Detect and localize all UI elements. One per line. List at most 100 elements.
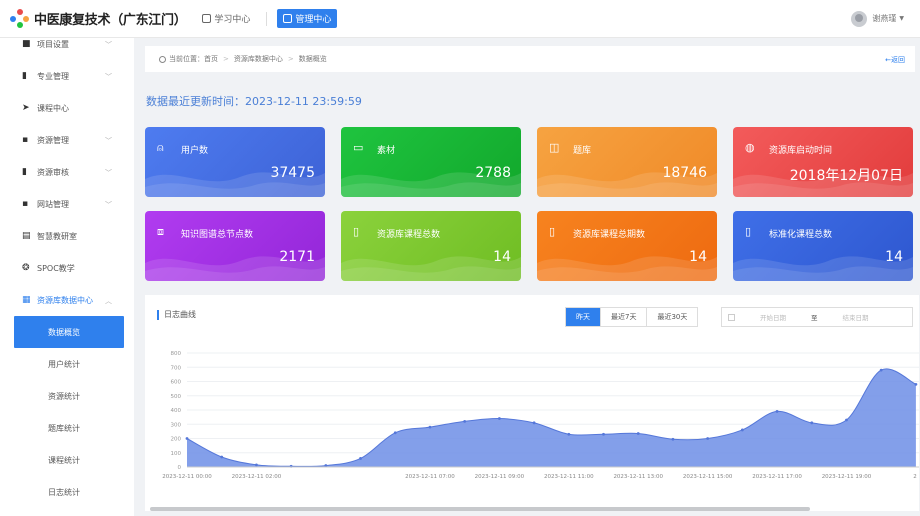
data-point [879, 368, 883, 372]
date-range-to: 至 [811, 314, 818, 322]
sidebar-subitem[interactable]: 题库统计 [0, 412, 134, 444]
sidebar-subitem[interactable]: 数据概览 [14, 316, 124, 348]
nav-learning-center-label: 学习中心 [214, 15, 251, 25]
data-point [914, 382, 918, 386]
data-point [393, 431, 397, 435]
sidebar-item[interactable]: ▮ 资源审核 ﹀ [0, 156, 134, 188]
x-tick-label: 2023-12-11 00:00 [162, 474, 212, 480]
y-tick-label: 500 [171, 394, 182, 400]
y-tick-label: 200 [171, 437, 182, 443]
scrollbar-thumb[interactable] [150, 507, 810, 511]
sidebar-item[interactable]: ❂ SPOC教学 [0, 252, 134, 284]
stat-title: 知识图谱总节点数 [181, 230, 254, 240]
start-date-input[interactable]: 开始日期 [743, 312, 803, 322]
sidebar-item-label: 网站管理 [37, 199, 69, 209]
sidebar-item-label: 课程中心 [37, 103, 69, 113]
user-icon: ⍝ [157, 141, 164, 154]
monitor-icon: ▪ [22, 198, 29, 209]
stat-title: 题库 [573, 146, 592, 156]
update-time-value: 2023-12-11 23:59:59 [245, 95, 362, 108]
sidebar-subitem[interactable]: 日志统计 [0, 476, 134, 508]
sidebar-item[interactable]: ▮ 专业管理 ﹀ [0, 60, 134, 92]
data-point [845, 418, 848, 422]
sidebar-item[interactable]: ▤ 智慧教研室 [0, 220, 134, 252]
stat-title: 资源库课程总数 [377, 230, 441, 240]
calendar-icon [728, 313, 735, 321]
breadcrumb-home[interactable]: 首页 [204, 54, 218, 64]
log-area-chart: 0 100 200 300 400 500 600 700 800 2023-12-11 00:0… [162, 351, 919, 480]
sidebar-item[interactable]: ▦ 资源库数据中心 ︿ [0, 284, 134, 316]
stat-card: ◍ 资源库启动时间 2018年12月07日 [733, 127, 913, 197]
top-bar: 中医康复技术（广东江门） 学习中心 管理中心 谢燕瑾 ▼ [0, 0, 920, 38]
stat-value: 18746 [662, 165, 707, 181]
question-icon: ◫ [549, 141, 560, 154]
sidebar-subitem[interactable]: 用户统计 [0, 348, 134, 380]
stat-card: ⧈ 知识图谱总节点数 2171 [145, 211, 325, 281]
x-tick-label: 2023-12-11 17:00 [752, 474, 802, 480]
x-tick-label: 2023-12-11 15:00 [683, 474, 733, 480]
term-icon: ▯ [549, 225, 556, 238]
nav-learning-center[interactable]: 学习中心 [196, 9, 256, 28]
breadcrumb-separator: > [223, 55, 229, 63]
data-point [463, 420, 467, 423]
stat-value: 2171 [279, 249, 315, 265]
breadcrumb: 当前位置： 首页 > 资源库数据中心 > 数据概览 ←返回 [145, 46, 915, 72]
stat-value: 14 [885, 249, 903, 265]
sidebar-item-label: SPOC教学 [37, 263, 75, 273]
sidebar-item[interactable]: ➤ 课程中心 [0, 92, 134, 124]
audit-icon: ▮ [22, 166, 27, 177]
range-yesterday[interactable]: 昨天 [566, 308, 600, 326]
stat-value: 37475 [270, 165, 315, 181]
sidebar-item[interactable]: ▪ 网站管理 ﹀ [0, 188, 134, 220]
x-tick-label: 2023-12-11 02:00 [232, 474, 282, 480]
stat-value: 14 [689, 249, 707, 265]
avatar [851, 10, 868, 27]
stat-value: 2788 [475, 165, 511, 181]
data-point [671, 437, 675, 441]
range-7-days[interactable]: 最近7天 [600, 308, 646, 326]
compass-icon: ❂ [22, 262, 30, 273]
x-tick-label: 2023-12-11 09:00 [475, 474, 525, 480]
stat-title: 资源库启动时间 [769, 146, 833, 156]
update-time-label: 数据最近更新时间： [146, 95, 245, 108]
x-tick-label: 2023-12-11 07:00 [405, 474, 455, 480]
nav-divider [266, 11, 268, 26]
stat-value: 14 [493, 249, 511, 265]
stat-card: ⍝ 用户数 37475 [145, 127, 325, 197]
chart-icon: ▮ [22, 70, 27, 81]
book-icon [202, 14, 212, 23]
end-date-input[interactable]: 结束日期 [826, 312, 886, 322]
data-point [775, 410, 779, 413]
user-menu[interactable]: 谢燕瑾 ▼ [851, 10, 920, 27]
y-tick-label: 100 [171, 451, 182, 457]
range-selector: 昨天 最近7天 最近30天 [565, 307, 699, 327]
breadcrumb-prefix: 当前位置 [169, 55, 197, 63]
sidebar-subitem[interactable]: 资源统计 [0, 380, 134, 412]
chevron-down-icon: ﹀ [105, 73, 112, 81]
chevron-down-icon: ﹀ [105, 201, 112, 209]
data-point [602, 432, 605, 436]
sidebar: ■ 项目设置 ﹀ ▮ 专业管理 ﹀ ➤ 课程中心 ▪ 资源管理 ﹀ ▮ 资源审核 ﹀ ▪ 网站管理 ﹀ ▤ 智慧教研… [0, 38, 134, 516]
nav-management-center[interactable]: 管理中心 [277, 9, 338, 28]
x-tick-label: 2023-12-11 11:00 [544, 474, 594, 480]
breadcrumb-data-center[interactable]: 资源库数据中心 [234, 54, 283, 64]
breadcrumb-current: 数据概览 [298, 55, 327, 63]
breadcrumb-separator: > [287, 55, 294, 63]
range-30-days[interactable]: 最近30天 [646, 308, 697, 326]
stat-card: ▯ 标准化课程总数 14 [733, 211, 913, 281]
globe-icon: ◍ [745, 141, 755, 154]
data-point [706, 437, 710, 440]
stat-title: 资源库课程总期数 [573, 230, 646, 240]
sidebar-item[interactable]: ■ 项目设置 ﹀ [0, 38, 134, 60]
sidebar-item[interactable]: ▪ 资源管理 ﹀ [0, 124, 134, 156]
date-range-picker[interactable]: 开始日期 至 结束日期 [721, 307, 913, 327]
logo-icon [10, 8, 30, 29]
location-icon [159, 55, 166, 63]
sidebar-subitem[interactable]: 课程统计 [0, 444, 134, 476]
horizontal-scrollbar[interactable] [150, 506, 920, 512]
back-link[interactable]: ←返回 [885, 55, 905, 65]
lock-icon: ▪ [22, 134, 29, 145]
sidebar-item-label: 资源审核 [37, 167, 69, 177]
log-chart-panel: 日志曲线 昨天 最近7天 最近30天 开始日期 至 结束日期 0 100 200 30… [145, 295, 919, 511]
send-icon: ➤ [22, 102, 30, 113]
